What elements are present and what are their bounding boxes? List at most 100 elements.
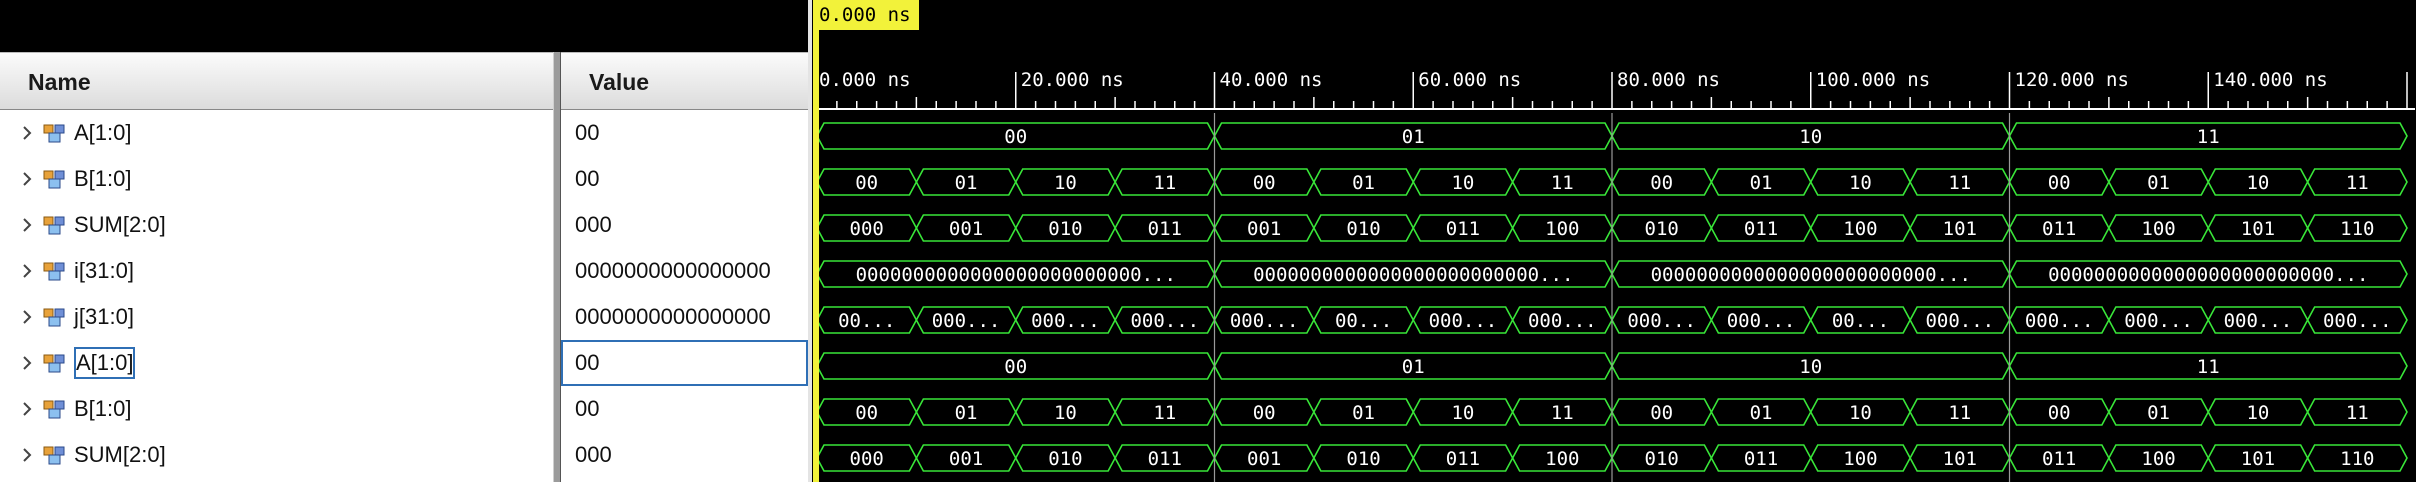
bus-value-label: 001 — [949, 218, 983, 240]
bus-value-label: 000... — [932, 310, 1001, 332]
bus-value-label: 10 — [2246, 402, 2269, 424]
bus-value-label: 01 — [955, 402, 978, 424]
bus-value-label: 00 — [1650, 172, 1673, 194]
bus-value-label: 100 — [1545, 218, 1579, 240]
bus-value-label: 11 — [1153, 172, 1176, 194]
bus-value-label: 00 — [1004, 356, 1027, 378]
bus-value-label: 0000000000000000000000000... — [2048, 264, 2368, 286]
ruler-tick-label: 40.000 ns — [1220, 69, 1323, 91]
bus-value-label: 11 — [2197, 356, 2220, 378]
bus-value-label: 100 — [1843, 218, 1877, 240]
bus-value-label: 010 — [1645, 448, 1679, 470]
bus-value-label: 11 — [1551, 172, 1574, 194]
bus-value-label: 00... — [1335, 310, 1392, 332]
ruler-tick-label: 120.000 ns — [2015, 69, 2129, 91]
bus-value-label: 00... — [1832, 310, 1889, 332]
bus-value-label: 10 — [1451, 402, 1474, 424]
bus-value-label: 100 — [1843, 448, 1877, 470]
bus-value-label: 000... — [2025, 310, 2094, 332]
ruler-tick-label: 20.000 ns — [1021, 69, 1124, 91]
bus-value-label: 000... — [1429, 310, 1498, 332]
bus-value-label: 000... — [1031, 310, 1100, 332]
bus-value-label: 00 — [855, 172, 878, 194]
bus-value-label: 000 — [850, 448, 884, 470]
bus-value-label: 00 — [1253, 402, 1276, 424]
bus-value-label: 101 — [2241, 218, 2275, 240]
bus-value-label: 00... — [838, 310, 895, 332]
waveform-viewer[interactable]: 0.000 ns 20.000 ns 40.000 ns 60.000 ns 80.00… — [0, 0, 2416, 482]
bus-value-label: 10 — [1054, 402, 1077, 424]
bus-value-label: 01 — [1352, 402, 1375, 424]
bus-value-label: 000... — [1230, 310, 1299, 332]
bus-value-label: 100 — [1545, 448, 1579, 470]
bus-value-label: 010 — [1346, 448, 1380, 470]
bus-value-label: 000... — [1130, 310, 1199, 332]
bus-value-label: 11 — [1948, 172, 1971, 194]
bus-value-label: 11 — [2346, 402, 2369, 424]
bus-value-label: 00 — [855, 402, 878, 424]
bus-value-label: 10 — [1799, 356, 1822, 378]
bus-value-label: 01 — [2147, 172, 2170, 194]
bus-value-label: 0000000000000000000000000... — [1253, 264, 1573, 286]
bus-value-label: 10 — [1799, 126, 1822, 148]
bus-value-label: 010 — [1346, 218, 1380, 240]
bus-value-label: 000... — [2224, 310, 2293, 332]
bus-value-label: 010 — [1048, 448, 1082, 470]
bus-value-label: 00 — [1253, 172, 1276, 194]
bus-value-label: 100 — [2141, 448, 2175, 470]
ruler-tick-label: 0.000 ns — [819, 69, 911, 91]
bus-value-label: 000... — [2124, 310, 2193, 332]
ruler-tick-label: 140.000 ns — [2213, 69, 2327, 91]
bus-value-label: 011 — [1446, 218, 1480, 240]
bus-value-label: 011 — [1744, 448, 1778, 470]
ruler-tick-label: 60.000 ns — [1418, 69, 1521, 91]
bus-value-label: 110 — [2340, 218, 2374, 240]
bus-value-label: 000... — [1528, 310, 1597, 332]
bus-value-label: 11 — [1153, 402, 1176, 424]
bus-value-label: 011 — [1446, 448, 1480, 470]
bus-value-label: 0000000000000000000000000... — [1651, 264, 1971, 286]
bus-value-label: 101 — [1943, 218, 1977, 240]
bus-value-label: 100 — [2141, 218, 2175, 240]
bus-value-label: 000... — [1727, 310, 1796, 332]
ruler-tick-label: 100.000 ns — [1816, 69, 1930, 91]
bus-value-label: 00 — [1650, 402, 1673, 424]
bus-value-label: 11 — [2197, 126, 2220, 148]
bus-value-label: 01 — [2147, 402, 2170, 424]
bus-value-label: 000... — [1627, 310, 1696, 332]
bus-value-label: 01 — [1750, 172, 1773, 194]
bus-value-label: 01 — [1352, 172, 1375, 194]
bus-value-label: 01 — [955, 172, 978, 194]
bus-value-label: 101 — [1943, 448, 1977, 470]
bus-value-label: 011 — [1744, 218, 1778, 240]
bus-value-label: 11 — [1948, 402, 1971, 424]
bus-value-label: 001 — [1247, 218, 1281, 240]
bus-value-label: 011 — [2042, 218, 2076, 240]
bus-value-label: 001 — [949, 448, 983, 470]
bus-value-label: 01 — [1402, 126, 1425, 148]
cursor-time-marker: 0.000 ns — [813, 0, 919, 30]
bus-value-label: 10 — [1849, 402, 1872, 424]
bus-value-label: 10 — [2246, 172, 2269, 194]
time-cursor[interactable] — [813, 0, 819, 482]
bus-value-label: 011 — [1148, 218, 1182, 240]
bus-value-label: 01 — [1750, 402, 1773, 424]
bus-value-label: 00 — [2048, 402, 2071, 424]
bus-value-label: 10 — [1849, 172, 1872, 194]
bus-value-label: 000... — [1925, 310, 1994, 332]
bus-value-label: 0000000000000000000000000... — [856, 264, 1176, 286]
bus-value-label: 10 — [1451, 172, 1474, 194]
bus-value-label: 110 — [2340, 448, 2374, 470]
bus-value-label: 000 — [850, 218, 884, 240]
bus-value-label: 10 — [1054, 172, 1077, 194]
bus-value-label: 001 — [1247, 448, 1281, 470]
bus-value-label: 011 — [1148, 448, 1182, 470]
bus-value-label: 11 — [1551, 402, 1574, 424]
bus-value-label: 101 — [2241, 448, 2275, 470]
ruler-tick-label: 80.000 ns — [1617, 69, 1720, 91]
bus-value-label: 010 — [1645, 218, 1679, 240]
bus-value-label: 00 — [1004, 126, 1027, 148]
bus-value-label: 000... — [2323, 310, 2392, 332]
bus-value-label: 11 — [2346, 172, 2369, 194]
bus-value-label: 011 — [2042, 448, 2076, 470]
